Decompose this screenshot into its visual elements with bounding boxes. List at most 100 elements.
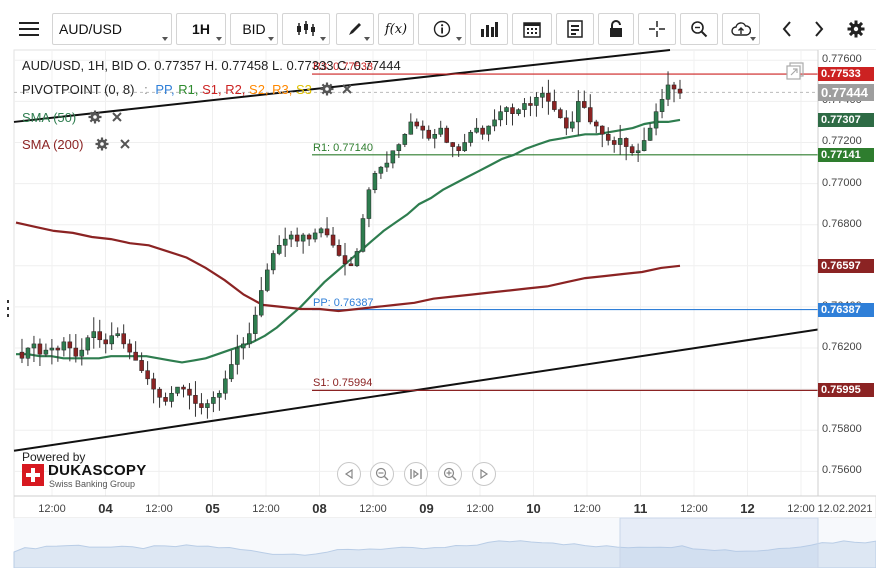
gear-icon[interactable] [88,110,102,124]
candle-up [384,162,390,168]
x-tick-label: 04 [98,501,113,516]
x-tick-label: 12 [740,501,755,516]
candle-down [294,234,300,242]
candle-down [342,255,348,265]
pivot-label-R1: R1: 0.77140 [313,141,373,154]
candle-up [79,349,85,357]
candle-up [360,218,366,252]
candle-up [492,119,497,127]
candle-up [635,150,641,154]
dukascopy-logo-icon [22,464,44,486]
close-icon[interactable] [341,83,353,95]
candle-up [229,364,234,380]
candle-down [528,103,533,106]
candle-down [605,134,611,141]
candle-up [175,386,180,394]
x-tick-label: 11 [633,501,648,516]
candle-down [623,138,629,147]
candle-up [169,392,174,402]
candle-down [73,347,79,357]
x-tick-label: 12:00 [680,503,708,515]
panel-resize-handle[interactable] [6,300,10,318]
candle-down [37,343,43,355]
expand-button[interactable] [786,62,804,80]
pivot-legend: PIVOTPOINT (0, 8) : PP, R1, S1, R2, S2, … [22,82,353,97]
candle-down [510,107,515,114]
candle-up [282,238,288,246]
candle-up [205,403,210,408]
pivot-legend-name: PIVOTPOINT (0, 8) [22,82,135,97]
ohlc-legend: AUD/USD, 1H, BID O. 0.77357 H. 0.77458 L… [22,58,401,73]
candle-down [677,88,683,94]
candle-up [396,144,402,151]
pivot-legend-item: PP, [155,82,179,97]
candle-down [133,351,138,361]
y-tick-label: 0.77200 [822,135,862,148]
reset-zoom-button[interactable] [404,462,428,486]
candle-up [312,232,318,240]
pivot-label-S1: S1: 0.75994 [313,377,373,390]
candle-up [264,269,270,291]
candle-up [522,103,527,110]
candle-up [211,397,216,404]
candle-down [121,333,126,345]
x-tick-label: 12:00 [573,503,601,515]
pivot-legend-item: S2, [249,82,273,97]
candle-up [653,111,659,129]
candle-down [199,403,204,408]
y-tick-label: 0.75600 [822,464,862,477]
pivot-label-PP: PP: 0.76387 [313,296,374,309]
overview-window[interactable] [619,517,819,568]
sma50-label: SMA (50) [22,110,77,125]
y-tick-label: 0.77000 [822,176,862,189]
candle-up [402,134,408,145]
sma200-label: SMA (200) [22,137,84,152]
candle-up [474,127,479,133]
scroll-right-button[interactable] [472,462,496,486]
candle-up [432,134,437,139]
candle-up [486,125,491,135]
close-icon[interactable] [119,138,131,150]
candle-down [444,127,449,143]
candle-down [564,117,569,129]
candle-down [67,341,73,349]
candle-up [49,347,55,351]
candle-down [546,92,551,102]
candle-down [157,388,162,398]
candle-up [647,127,653,141]
gear-icon[interactable] [320,82,334,96]
pivot-legend-item: R2, [225,82,250,97]
gear-icon[interactable] [95,137,109,151]
pivot-legend-item: R1, [178,82,203,97]
candle-up [85,337,91,351]
candle-down [588,107,593,123]
candle-up [223,378,228,394]
candle-down [629,146,635,154]
candle-up [641,140,647,151]
candle-up [576,101,581,123]
navigator-overview[interactable] [13,517,876,568]
candle-up [498,111,503,121]
candle-down [193,395,198,404]
x-tick-label: 10 [526,501,541,516]
zoom-in-button[interactable] [438,462,462,486]
price-tag: 0.76387 [818,302,874,317]
candle-up [354,251,360,267]
price-tag: 0.77533 [818,67,874,82]
close-icon[interactable] [111,111,123,123]
candle-up [408,121,414,135]
candle-up [259,290,264,316]
candle-down [582,101,587,108]
scroll-left-button[interactable] [337,462,361,486]
candle-down [127,343,132,353]
candle-up [61,341,67,351]
zoom-out-button[interactable] [370,462,394,486]
candle-down [151,378,156,390]
candle-up [115,333,120,336]
candle-up [438,127,443,135]
candle-down [480,127,485,135]
candle-up [665,84,671,100]
candle-up [318,228,324,234]
candle-down [558,109,563,119]
pivot-legend-item: S1, [202,82,226,97]
